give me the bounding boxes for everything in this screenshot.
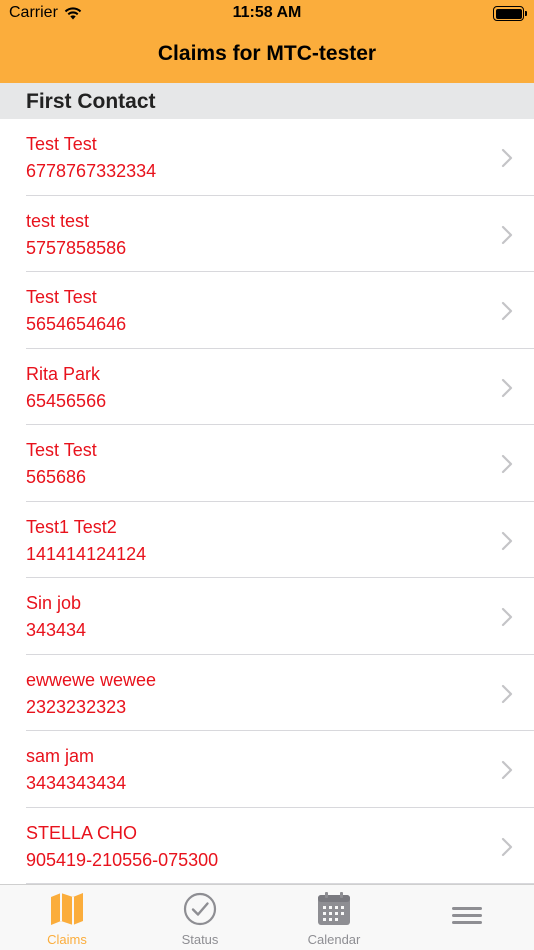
claim-row[interactable]: test test 5757858586 [0, 196, 534, 272]
claim-row[interactable]: Test Test 6778767332334 [0, 119, 534, 196]
claim-row[interactable]: ewwewe wewee 2323232323 [0, 655, 534, 731]
battery-icon [493, 6, 527, 21]
tab-label: Claims [47, 932, 87, 947]
menu-icon [452, 907, 482, 924]
clock: 11:58 AM [232, 4, 302, 21]
claim-name: STELLA CHO [26, 822, 138, 843]
claim-number: 343434 [26, 620, 87, 640]
status-bar: Carrier 11:58 AM [0, 0, 534, 28]
tab-claims[interactable]: Claims [0, 885, 134, 950]
claims-list: Test Test 6778767332334 test test 575785… [0, 119, 534, 884]
claim-name: Test Test [26, 134, 97, 154]
claim-number: 3434343434 [26, 773, 127, 793]
chevron-right-icon [501, 454, 513, 474]
claim-row[interactable]: Sin job 343434 [0, 578, 534, 655]
tab-status[interactable]: Status [133, 885, 267, 950]
claim-name: Test1 Test2 [26, 516, 117, 537]
page-title: Claims for MTC-tester [157, 42, 377, 65]
claim-name: ewwewe wewee [26, 669, 157, 690]
claim-number: 6778767332334 [26, 161, 157, 181]
chevron-right-icon [501, 148, 513, 168]
claim-name: Test Test [26, 287, 97, 307]
chevron-right-icon [501, 531, 513, 550]
chevron-right-icon [501, 684, 513, 703]
chevron-right-icon [501, 760, 513, 780]
tab-label: Calendar [307, 932, 361, 947]
section-header-label: First Contact [26, 90, 156, 113]
navigation-bar: Carrier 11:58 AM Claims for MTC-tester [0, 0, 534, 83]
claim-name: test test [26, 210, 90, 231]
claim-row[interactable]: Test1 Test2 141414124124 [0, 502, 534, 578]
claim-row[interactable]: Test Test 565686 [0, 425, 534, 502]
claim-row[interactable]: STELLA CHO 905419-210556-075300 [0, 808, 534, 884]
claim-name: Sin job [26, 593, 82, 613]
claim-number: 5757858586 [26, 237, 127, 258]
tab-bar: Claims Status Calendar [0, 884, 534, 950]
section-header: First Contact [0, 83, 534, 119]
chevron-right-icon [501, 837, 513, 856]
claim-number: 141414124124 [26, 543, 147, 564]
tab-calendar[interactable]: Calendar [267, 885, 401, 950]
claim-number: 2323232323 [26, 696, 127, 717]
claim-name: Test Test [26, 440, 97, 460]
chevron-right-icon [501, 378, 513, 397]
chevron-right-icon [501, 607, 513, 627]
claim-row[interactable]: Test Test 5654654646 [0, 272, 534, 349]
tab-label: Status [181, 932, 219, 947]
claim-number: 5654654646 [26, 314, 127, 334]
checkmark-circle-icon [183, 892, 217, 926]
claim-name: sam jam [26, 746, 95, 766]
claim-number: 905419-210556-075300 [26, 849, 219, 870]
calendar-icon [318, 892, 350, 925]
claim-row[interactable]: sam jam 3434343434 [0, 731, 534, 808]
claim-row[interactable]: Rita Park 65456566 [0, 349, 534, 425]
claim-number: 65456566 [26, 390, 107, 411]
claim-number: 565686 [26, 467, 87, 487]
tab-menu[interactable] [400, 885, 534, 950]
claim-name: Rita Park [26, 363, 101, 384]
map-icon [51, 893, 83, 925]
chevron-right-icon [501, 225, 513, 244]
chevron-right-icon [501, 301, 513, 321]
